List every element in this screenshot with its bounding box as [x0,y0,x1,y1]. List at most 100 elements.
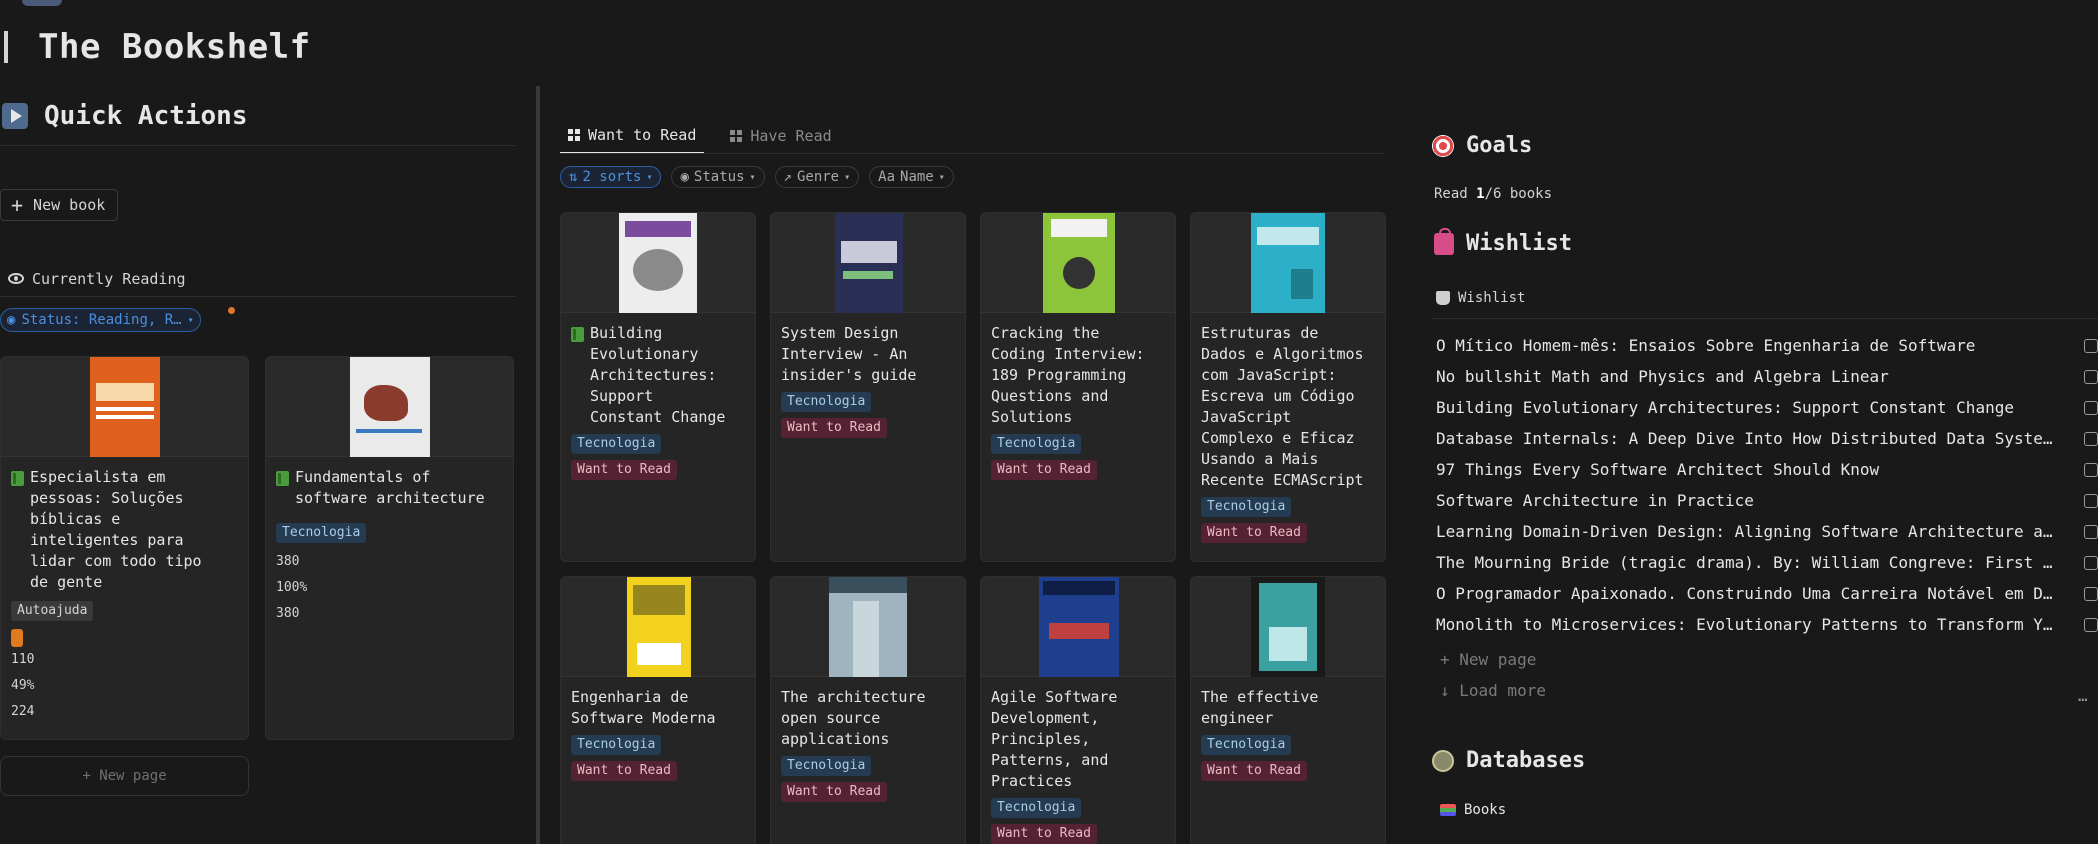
book-card[interactable]: The architecture open source application… [770,576,966,844]
currently-reading-view-tab[interactable]: Currently Reading [0,261,516,297]
goal-count: 1 [1476,186,1485,202]
book-cover-image [1251,213,1325,313]
book-card[interactable]: Building Evolutionary Architectures: Sup… [560,212,756,562]
wishlist-item[interactable]: Learning Domain-Driven Design: Aligning … [1436,516,2098,547]
wishlist-divider [1432,318,2098,319]
genre-tag: Autoajuda [11,601,94,621]
genre-filter-button[interactable]: ↗ Genre ▾ [774,166,860,188]
checkbox[interactable] [2084,494,2098,508]
wishlist-item[interactable]: Building Evolutionary Architectures: Sup… [1436,392,2098,423]
status-icon: ◉ [680,169,689,185]
genre-tag: Tecnologia [276,523,367,543]
new-book-button[interactable]: + New book [0,189,119,221]
wishlist-item-title: 97 Things Every Software Architect Shoul… [1436,460,1880,479]
book-cover-image [829,577,907,677]
genre-tag: Tecnologia [1201,497,1292,517]
load-more-button[interactable]: ↓ Load more [1440,681,1546,700]
title-accent-bar [4,31,8,63]
status-filter-pill[interactable]: ◉ Status: Reading, R… ▾ [0,308,201,332]
status-filter-button[interactable]: ◉ Status ▾ [671,166,765,188]
book-cover-image [1251,577,1325,677]
sorts-button[interactable]: ⇅ 2 sorts ▾ [560,166,662,188]
wishlist-view-tab[interactable]: Wishlist [1436,290,1525,306]
progress-icon [11,629,23,647]
wishlist-item-title: Software Architecture in Practice [1436,491,1754,510]
pages-read: 380 [276,554,300,569]
checkbox[interactable] [2084,401,2098,415]
more-options-button[interactable]: … [2078,686,2088,705]
databases-header: Databases [1432,748,1585,773]
cover-area [561,213,755,313]
book-cover-image [90,357,160,457]
book-cover-image [627,577,691,677]
wishlist-item[interactable]: Monolith to Microservices: Evolutionary … [1436,609,2098,640]
checkbox[interactable] [2084,370,2098,384]
wishlist-item[interactable]: O Mítico Homem-mês: Ensaios Sobre Engenh… [1436,330,2098,361]
book-card[interactable]: Cracking the Coding Interview: 189 Progr… [980,212,1176,562]
wishlist-new-page-button[interactable]: + New page [1440,650,1536,669]
checkbox[interactable] [2084,525,2098,539]
page-title: The Bookshelf [0,22,311,72]
tab-label: Have Read [750,127,832,145]
green-book-icon [571,327,584,342]
checkbox[interactable] [2084,432,2098,446]
status-tag: Want to Read [781,782,887,802]
book-card[interactable]: Engenharia de Software Moderna Tecnologi… [560,576,756,844]
wishlist-view-label: Wishlist [1458,290,1526,306]
wishlist-item[interactable]: O Programador Apaixonado. Construindo Um… [1436,578,2098,609]
tab-want-to-read[interactable]: Want to Read [560,118,705,154]
wishlist-item[interactable]: 97 Things Every Software Architect Shoul… [1436,454,2098,485]
sorts-label: 2 sorts [582,169,642,185]
wishlist-item-title: Database Internals: A Deep Dive Into How… [1436,429,2061,448]
goals-title: Goals [1466,133,1533,158]
wishlist-item-title: Monolith to Microservices: Evolutionary … [1436,615,2061,634]
percent-read: 49% [11,678,35,693]
new-page-button[interactable]: + New page [0,756,249,796]
book-card-title: Building Evolutionary Architectures: Sup… [590,324,726,426]
status-filter-label: Status: Reading, R… [21,312,182,328]
cover-area [1191,577,1385,677]
wishlist-item[interactable]: The Mourning Bride (tragic drama). By: W… [1436,547,2098,578]
chevron-down-icon: ▾ [844,171,851,183]
gallery-icon [730,130,743,142]
wishlist-item[interactable]: Database Internals: A Deep Dive Into How… [1436,423,2098,454]
checkbox[interactable] [2084,556,2098,570]
checkbox[interactable] [2084,618,2098,632]
sort-icon: ⇅ [569,169,578,185]
checkbox[interactable] [2084,463,2098,477]
eye-icon [8,273,24,284]
genre-label: Genre [796,169,840,185]
book-card-title: Engenharia de Software Moderna [571,688,716,727]
status-tag: Want to Read [571,761,677,781]
view-tabs: Want to Read Have Read [560,118,840,154]
name-filter-button[interactable]: Aa Name ▾ [869,166,954,188]
wishlist-item[interactable]: No bullshit Math and Physics and Algebra… [1436,361,2098,392]
book-card[interactable]: System Design Interview - An insider's g… [770,212,966,562]
checkbox[interactable] [2084,339,2098,353]
reading-card[interactable]: Especialista em pessoas: Soluções bíblic… [0,356,249,740]
book-card[interactable]: The effective engineer Tecnologia Want t… [1190,576,1386,844]
column-divider [536,86,540,844]
book-card[interactable]: Agile Software Development, Principles, … [980,576,1176,844]
cover-area [981,213,1175,313]
reading-card[interactable]: Fundamentals of software architecture Te… [265,356,514,740]
book-card[interactable]: Estruturas de Dados e Algoritmos com Jav… [1190,212,1386,562]
books-database-link[interactable]: Books [1440,802,1506,818]
target-icon [1432,134,1454,157]
green-book-icon [11,471,24,486]
reading-goal: Read 1/6 books [1434,186,1552,202]
wishlist-item[interactable]: Software Architecture in Practice [1436,485,2098,516]
books-link-label: Books [1464,802,1507,818]
arrow-icon: ↗ [783,169,792,185]
genre-tag: Tecnologia [991,434,1082,454]
pages-read: 110 [11,652,35,667]
wishlist-item-title: Learning Domain-Driven Design: Aligning … [1436,522,2061,541]
checkbox[interactable] [2084,587,2098,601]
wishlist-item-title: O Programador Apaixonado. Construindo Um… [1436,584,2061,603]
goal-prefix: Read [1434,186,1477,202]
wishlist-list: O Mítico Homem-mês: Ensaios Sobre Engenh… [1436,330,2098,640]
wishlist-item-title: Building Evolutionary Architectures: Sup… [1436,398,2014,417]
wishlist-header: Wishlist [1432,227,1572,256]
tab-have-read[interactable]: Have Read [722,118,839,154]
cover-area [1,357,248,457]
